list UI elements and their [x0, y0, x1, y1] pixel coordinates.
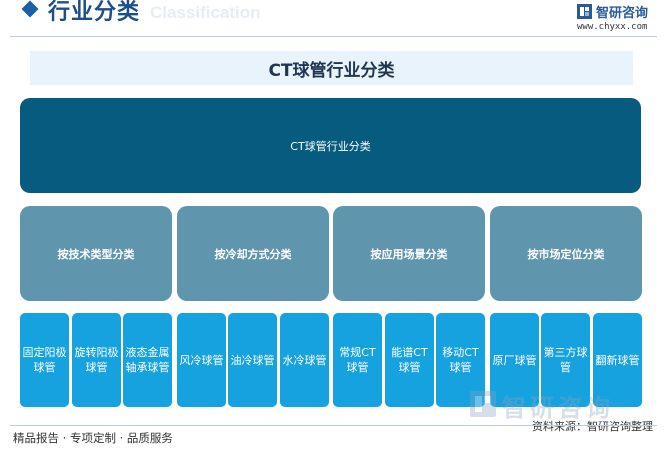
leaf-node: 常规CT球管 [333, 313, 382, 407]
root-node: CT球管行业分类 [20, 98, 641, 193]
leaf-node: 旋转阳极球管 [72, 313, 121, 407]
leaf-node: 能谱CT球管 [385, 313, 434, 407]
leaf-node: 水冷球管 [280, 313, 329, 407]
logo-name: 智研咨询 [596, 6, 649, 21]
logo-url: www.chyxx.com [577, 22, 648, 32]
leaf-node: 液态金属轴承球管 [123, 313, 172, 407]
category-application-scenario: 按应用场景分类 [333, 206, 485, 301]
header-divider [10, 36, 657, 37]
logo-icon [577, 4, 592, 19]
leaf-node: 风冷球管 [177, 313, 226, 407]
source-note: 资料来源：智研咨询整理 [532, 420, 653, 433]
diamond-icon [21, 0, 39, 18]
category-market-positioning: 按市场定位分类 [490, 206, 642, 301]
leaf-node: 油冷球管 [228, 313, 277, 407]
page-header: Classification 行业分类 智研咨询 www.chyxx.com [0, 0, 667, 40]
logo: 智研咨询 www.chyxx.com [577, 2, 663, 36]
header-title-en: Classification [150, 3, 261, 22]
header-title: 行业分类 [48, 0, 141, 25]
footer-divider [10, 425, 657, 426]
category-technology-type: 按技术类型分类 [20, 206, 172, 301]
watermark-logo-icon [470, 391, 496, 417]
leaf-node: 固定阳极球管 [20, 313, 69, 407]
category-cooling-method: 按冷却方式分类 [177, 206, 329, 301]
diagram-title: CT球管行业分类 [30, 51, 633, 85]
footer-slogan: 精品报告 · 专项定制 · 品质服务 [13, 431, 173, 445]
watermark: 智研咨询 [466, 388, 656, 422]
